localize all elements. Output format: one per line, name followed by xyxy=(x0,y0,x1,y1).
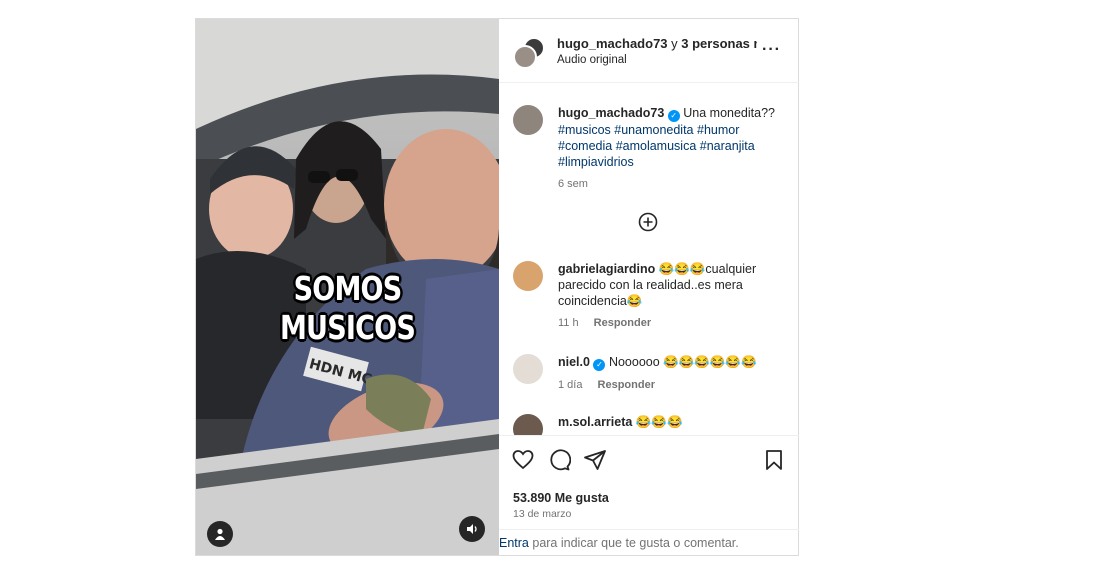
share-icon[interactable] xyxy=(583,448,607,472)
avatar[interactable] xyxy=(513,105,543,135)
login-link[interactable]: Entra xyxy=(499,536,529,550)
post-actions: 53.890 Me gusta 13 de marzo xyxy=(499,435,799,531)
more-icon[interactable]: ··· xyxy=(762,41,781,59)
collaborators-link[interactable]: 3 personas más xyxy=(681,36,757,51)
comment-icon[interactable] xyxy=(547,448,571,472)
save-icon[interactable] xyxy=(762,448,786,472)
caption-time: 6 sem xyxy=(558,178,588,190)
avatar[interactable] xyxy=(513,354,543,384)
reply-button[interactable]: Responder xyxy=(594,317,651,329)
comment-username[interactable]: niel.0 xyxy=(558,355,590,369)
post-video[interactable]: HDN MC SOMOS MUSICOS xyxy=(196,19,499,555)
hashtag[interactable]: #musicos xyxy=(558,123,611,137)
avatar[interactable] xyxy=(513,261,543,291)
reply-button[interactable]: Responder xyxy=(598,379,655,391)
hashtag[interactable]: #naranjita xyxy=(700,139,755,153)
author-link[interactable]: hugo_machado73 xyxy=(557,36,668,51)
load-more-comments-icon[interactable] xyxy=(638,212,658,232)
post-sidebar: hugo_machado73 y 3 personas más Audio or… xyxy=(499,19,799,555)
like-icon[interactable] xyxy=(511,448,535,472)
login-prompt-text: para indicar que te gusta o comentar. xyxy=(528,536,739,550)
tagged-users-button[interactable] xyxy=(207,521,233,547)
post-container: HDN MC SOMOS MUSICOS hugo_machado73 y 3 … xyxy=(195,18,799,556)
avatar[interactable] xyxy=(513,414,543,435)
hashtag[interactable]: #amolamusica xyxy=(616,139,697,153)
avatar xyxy=(513,45,537,69)
caption-text: Una monedita?? xyxy=(683,106,775,120)
post-header: hugo_machado73 y 3 personas más Audio or… xyxy=(499,19,799,83)
comments-scroll[interactable]: hugo_machado73 ✓ Una monedita?? #musicos… xyxy=(499,83,799,435)
post-date[interactable]: 13 de marzo xyxy=(513,508,571,520)
collab-joiner: y xyxy=(667,36,682,51)
likes-count[interactable]: 53.890 Me gusta xyxy=(513,491,609,505)
comment-username[interactable]: gabrielagiardino xyxy=(558,262,655,276)
comment-username[interactable]: m.sol.arrieta xyxy=(558,415,632,429)
login-prompt: Entra para indicar que te gusta o coment… xyxy=(499,529,799,556)
comment-text: Noooooo 😂😂😂😂😂😂 xyxy=(608,355,757,369)
audio-link[interactable]: Audio original xyxy=(557,54,627,66)
user-tag-icon xyxy=(215,528,225,540)
audio-toggle-button[interactable] xyxy=(459,516,485,542)
hashtag[interactable]: #limpiavidrios xyxy=(558,155,634,169)
comment-text: 😂😂😂 xyxy=(635,415,683,429)
hashtag[interactable]: #comedia xyxy=(558,139,612,153)
caption-username[interactable]: hugo_machado73 xyxy=(558,106,664,120)
comment-time: 11 h xyxy=(558,317,579,329)
volume-icon xyxy=(467,524,477,534)
hashtag[interactable]: #humor xyxy=(697,123,739,137)
hashtag[interactable]: #unamonedita xyxy=(614,123,693,137)
verified-icon: ✓ xyxy=(667,110,680,122)
verified-icon: ✓ xyxy=(593,359,606,371)
video-overlay-text: SOMOS MUSICOS xyxy=(279,269,416,347)
header-authors: hugo_machado73 y 3 personas más xyxy=(557,36,757,51)
collab-avatars[interactable] xyxy=(513,37,545,69)
comment-time: 1 día xyxy=(558,379,583,391)
